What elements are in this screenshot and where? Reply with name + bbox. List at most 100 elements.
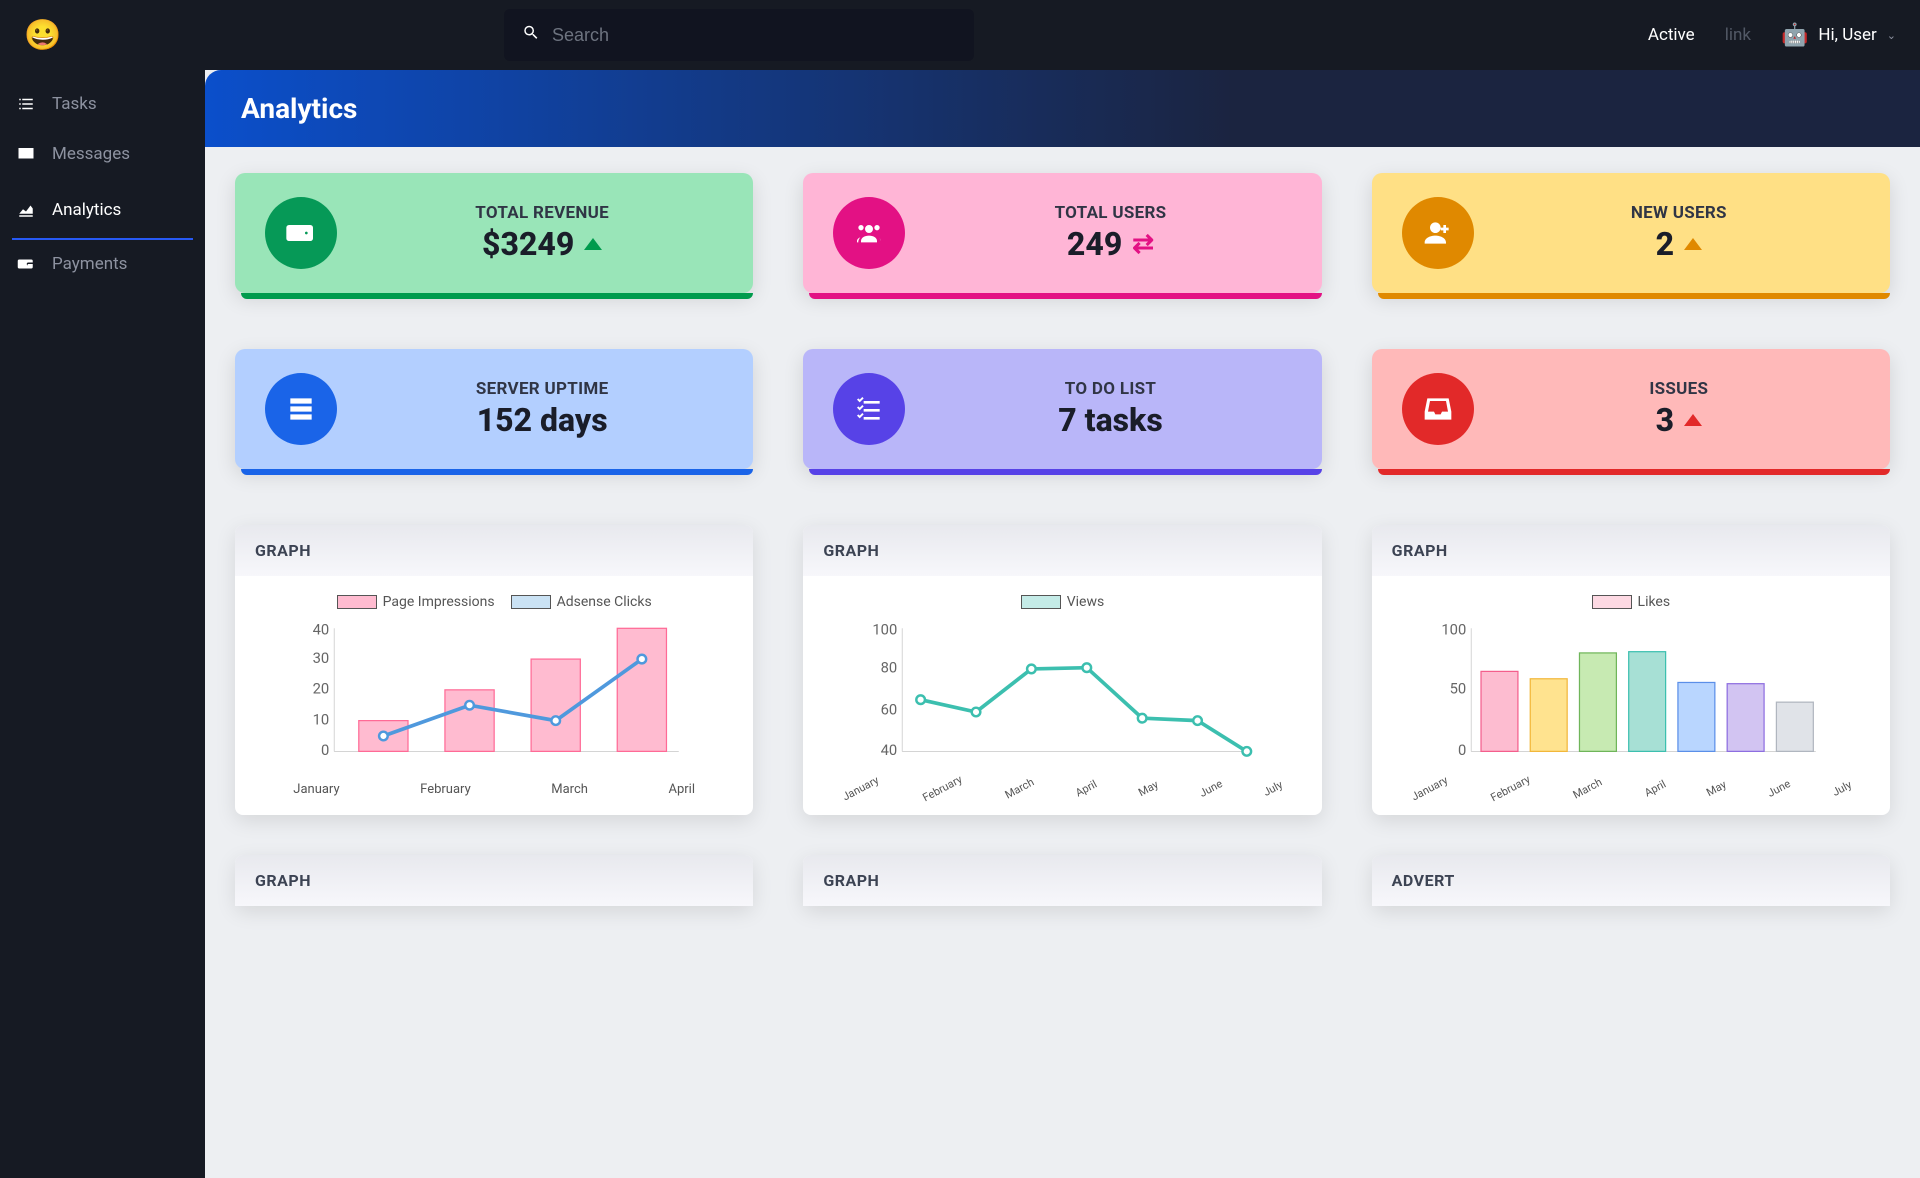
sidebar-item-label: Tasks [52, 94, 97, 114]
sidebar-item-tasks[interactable]: Tasks [0, 80, 205, 130]
search-wrap [504, 9, 974, 61]
user-greeting: Hi, User [1818, 25, 1876, 45]
stat-row-2: SERVER UPTIME 152 days TO DO LIST 7 task… [235, 349, 1890, 469]
sidebar-item-payments[interactable]: Payments [0, 240, 205, 290]
trend-up-icon [1684, 414, 1702, 426]
card-title: GRAPH [1372, 525, 1890, 576]
main: Analytics TOTAL REVENUE $3249 [205, 0, 1920, 1178]
advert-card: ADVERT [1372, 855, 1890, 906]
stat-value: 7 tasks [1058, 401, 1163, 439]
server-icon [265, 373, 337, 445]
stat-todo[interactable]: TO DO LIST 7 tasks [803, 349, 1321, 469]
stat-total-users[interactable]: TOTAL USERS 249⇄ [803, 173, 1321, 293]
bar-chart: 0 50 100 [1390, 616, 1872, 776]
topbar-right: Active link 🤖 Hi, User ⌄ [1648, 23, 1896, 48]
chart-area-icon [16, 201, 36, 219]
legend-item: Page Impressions [337, 594, 495, 610]
envelope-icon [16, 145, 36, 163]
nav-link[interactable]: link [1725, 25, 1751, 45]
svg-text:30: 30 [313, 649, 330, 667]
stat-value: 249⇄ [1067, 225, 1154, 263]
stat-value: 152 days [477, 401, 608, 439]
list-check-icon [833, 373, 905, 445]
card-title: GRAPH [235, 855, 753, 906]
svg-text:40: 40 [881, 741, 898, 759]
stat-value: 3 [1656, 401, 1702, 439]
svg-text:60: 60 [881, 700, 898, 718]
card-body: Likes 0 50 100 [1372, 576, 1890, 813]
wallet-icon [265, 197, 337, 269]
chart-legend: Page Impressions Adsense Clicks [253, 594, 735, 610]
svg-text:0: 0 [321, 741, 329, 759]
chart-legend: Likes [1390, 594, 1872, 610]
stat-server-uptime[interactable]: SERVER UPTIME 152 days [235, 349, 753, 469]
inbox-icon [1402, 373, 1474, 445]
card-title: GRAPH [803, 525, 1321, 576]
stat-value: 2 [1656, 225, 1702, 263]
tasks-icon [16, 95, 36, 113]
stat-issues[interactable]: ISSUES 3 [1372, 349, 1890, 469]
svg-text:10: 10 [313, 710, 330, 728]
sidebar-item-label: Payments [52, 254, 127, 274]
svg-text:80: 80 [881, 659, 898, 677]
users-icon [833, 197, 905, 269]
chevron-down-icon: ⌄ [1887, 29, 1896, 42]
stat-row-1: TOTAL REVENUE $3249 TOTAL USERS 249⇄ [235, 173, 1890, 293]
content: TOTAL REVENUE $3249 TOTAL USERS 249⇄ [205, 147, 1920, 988]
sidebar-item-label: Analytics [52, 200, 121, 220]
search-icon [522, 24, 540, 47]
x-axis-labels: JanuaryFebruaryMarchApril [253, 782, 735, 797]
x-axis-labels: January February March April May June Ju… [821, 782, 1303, 795]
page-title: Analytics [241, 92, 1884, 125]
stat-total-revenue[interactable]: TOTAL REVENUE $3249 [235, 173, 753, 293]
page-header: Analytics [205, 70, 1920, 147]
swap-icon: ⇄ [1132, 229, 1154, 259]
sidebar: Tasks Messages Analytics Payments [0, 0, 205, 1178]
line-chart: 40 60 80 100 [821, 616, 1303, 776]
svg-text:100: 100 [873, 620, 898, 638]
wallet-icon [16, 255, 36, 273]
stat-title: SERVER UPTIME [361, 379, 723, 399]
chart-legend: Views [821, 594, 1303, 610]
card-body: Page Impressions Adsense Clicks 0 10 20 … [235, 576, 753, 815]
svg-text:0: 0 [1458, 741, 1466, 759]
graph-card-1: GRAPH Page Impressions Adsense Clicks 0 … [235, 525, 753, 815]
logo: 😀 [24, 18, 64, 53]
stat-title: TOTAL REVENUE [361, 203, 723, 223]
bar-line-chart: 0 10 20 30 40 [253, 616, 735, 776]
legend-item: Views [1021, 594, 1105, 610]
sidebar-item-label: Messages [52, 144, 130, 164]
sidebar-item-messages[interactable]: Messages [0, 130, 205, 180]
stat-new-users[interactable]: NEW USERS 2 [1372, 173, 1890, 293]
topbar: 😀 Active link 🤖 Hi, User ⌄ [0, 0, 1920, 70]
trend-up-icon [584, 238, 602, 250]
stat-value: $3249 [482, 225, 602, 263]
avatar: 🤖 [1781, 23, 1808, 48]
legend-item: Adsense Clicks [511, 594, 652, 610]
svg-text:100: 100 [1441, 620, 1466, 638]
sidebar-item-analytics[interactable]: Analytics [12, 186, 193, 240]
card-body: Views 40 60 80 100 [803, 576, 1321, 813]
legend-item: Likes [1592, 594, 1671, 610]
graph-card-2: GRAPH Views 40 60 80 100 [803, 525, 1321, 815]
card-title: GRAPH [235, 525, 753, 576]
stat-title: ISSUES [1498, 379, 1860, 399]
svg-text:20: 20 [313, 680, 330, 698]
stat-title: NEW USERS [1498, 203, 1860, 223]
graph-card-4: GRAPH [235, 855, 753, 906]
user-menu[interactable]: 🤖 Hi, User ⌄ [1781, 23, 1896, 48]
search-input[interactable] [504, 9, 974, 61]
stat-title: TO DO LIST [929, 379, 1291, 399]
card-title: GRAPH [803, 855, 1321, 906]
x-axis-labels: January February March April May June Ju… [1390, 782, 1872, 795]
trend-up-icon [1684, 238, 1702, 250]
graph-row-1: GRAPH Page Impressions Adsense Clicks 0 … [235, 525, 1890, 815]
svg-text:50: 50 [1449, 680, 1466, 698]
card-title: ADVERT [1372, 855, 1890, 906]
svg-text:40: 40 [313, 620, 330, 638]
nav-active[interactable]: Active [1648, 25, 1695, 45]
graph-card-5: GRAPH [803, 855, 1321, 906]
stat-title: TOTAL USERS [929, 203, 1291, 223]
user-plus-icon [1402, 197, 1474, 269]
graph-card-3: GRAPH Likes 0 50 100 [1372, 525, 1890, 815]
